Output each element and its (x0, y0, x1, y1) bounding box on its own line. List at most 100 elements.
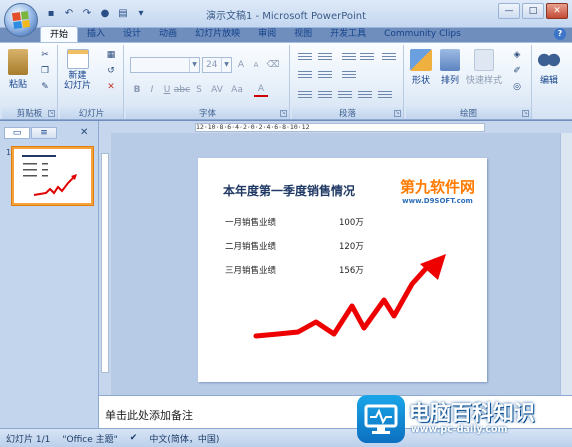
paragraph-launcher-icon[interactable]: ↘ (394, 110, 401, 117)
panel-tabs: ▭ ≡ (4, 127, 57, 139)
group-label-slides: 幻灯片 (60, 107, 123, 119)
shrink-font-icon[interactable]: A (249, 58, 263, 72)
shape-outline-icon[interactable]: ✐ (510, 65, 524, 77)
font-launcher-icon[interactable]: ↘ (280, 110, 287, 117)
clipboard-launcher-icon[interactable]: ↘ (48, 110, 55, 117)
window-controls: — □ ✕ (498, 3, 568, 19)
underline-icon[interactable]: U (160, 83, 174, 97)
horizontal-ruler-scale: 12·10·8·6·4·2·0·2·4·6·8·10·12 (195, 123, 485, 132)
shapes-label: 形状 (411, 76, 430, 86)
justify-icon[interactable] (356, 89, 374, 103)
arrange-button[interactable]: 排列 (440, 49, 460, 86)
ribbon-tabs: 开始 插入 设计 动画 幻灯片放映 审阅 视图 开发工具 Community C… (40, 26, 470, 43)
text-direction-icon[interactable] (296, 69, 314, 83)
tab-review[interactable]: 审阅 (249, 26, 285, 43)
decrease-indent-icon[interactable] (340, 51, 358, 65)
slide-thumbnail[interactable] (11, 146, 94, 206)
delete-slide-icon[interactable]: ✕ (104, 81, 118, 93)
shape-fill-icon[interactable]: ◈ (510, 49, 524, 61)
font-size-value: 24 (206, 60, 218, 70)
smartart-icon[interactable] (340, 69, 358, 83)
status-language: 中文(简体，中国) (149, 434, 220, 445)
group-font: ▼ 24 ▼ A A ⌫ B I U abc S AV Aa A 字体 ↘ (126, 45, 290, 119)
binoculars-icon (537, 49, 561, 71)
reset-icon[interactable]: ↺ (104, 65, 118, 77)
arrange-label: 排列 (440, 76, 459, 86)
paste-button[interactable]: 粘贴 (8, 49, 28, 90)
outline-tab[interactable]: ≡ (31, 127, 57, 139)
tab-view[interactable]: 视图 (285, 26, 321, 43)
group-editing: 编辑 (534, 45, 570, 119)
copy-icon[interactable]: ❐ (38, 65, 52, 77)
bold-icon[interactable]: B (130, 83, 144, 97)
tab-slideshow[interactable]: 幻灯片放映 (186, 26, 249, 43)
font-name-dropdown-icon[interactable]: ▼ (189, 58, 199, 72)
title-bar: ▪ ↶ ↷ ● ▤ ▾ 演示文稿1 - Microsoft PowerPoint… (0, 0, 572, 28)
horizontal-ruler: 12·10·8·6·4·2·0·2·4·6·8·10·12 (99, 121, 572, 133)
italic-icon[interactable]: I (145, 83, 159, 97)
vertical-ruler (99, 133, 111, 395)
line-spacing-icon[interactable] (380, 51, 398, 65)
new-slide-button[interactable]: 新建 幻灯片 (64, 49, 91, 91)
layout-icon[interactable]: ▦ (104, 49, 118, 61)
help-icon[interactable]: ? (554, 28, 566, 40)
notes-placeholder[interactable]: 单击此处添加备注 (105, 407, 193, 423)
shape-effects-icon[interactable]: ◎ (510, 81, 524, 93)
red-arrow-shape[interactable] (198, 158, 487, 382)
align-text-icon[interactable] (316, 69, 334, 83)
tab-community-clips[interactable]: Community Clips (375, 26, 470, 43)
new-slide-icon (66, 49, 89, 69)
tab-animations[interactable]: 动画 (150, 26, 186, 43)
increase-indent-icon[interactable] (358, 51, 376, 65)
grow-font-icon[interactable]: A (234, 58, 248, 72)
drawing-launcher-icon[interactable]: ↘ (522, 110, 529, 117)
font-size-dropdown-icon[interactable]: ▼ (221, 58, 231, 72)
paste-icon (8, 49, 28, 75)
cut-icon[interactable]: ✂ (38, 49, 52, 61)
tab-home[interactable]: 开始 (40, 26, 79, 43)
align-left-icon[interactable] (296, 89, 314, 103)
tab-insert[interactable]: 插入 (78, 26, 114, 43)
group-clipboard: 粘贴 ✂ ❐ ✎ 剪贴板 ↘ (2, 45, 58, 119)
shadow-icon[interactable]: S (192, 83, 206, 97)
align-right-icon[interactable] (336, 89, 354, 103)
vertical-ruler-scale (101, 153, 109, 373)
status-theme: "Office 主题" (62, 434, 118, 445)
status-slide-count: 幻灯片 1/1 (6, 434, 51, 445)
strikethrough-icon[interactable]: abc (174, 83, 190, 97)
group-label-paragraph: 段落 (292, 107, 403, 119)
align-center-icon[interactable] (316, 89, 334, 103)
format-painter-icon[interactable]: ✎ (38, 81, 52, 93)
slides-tab[interactable]: ▭ (4, 127, 30, 139)
quick-styles-label: 快速样式 (466, 76, 503, 86)
brand-url: www.pc-daily.com (411, 424, 508, 435)
vertical-scrollbar[interactable] (560, 133, 572, 395)
bullets-icon[interactable] (296, 51, 314, 65)
tab-design[interactable]: 设计 (114, 26, 150, 43)
window-title: 演示文稿1 - Microsoft PowerPoint (205, 11, 367, 22)
spellcheck-icon[interactable]: ✔ (124, 433, 144, 443)
edit-label: 编辑 (539, 76, 558, 86)
group-label-font: 字体 (126, 107, 289, 119)
columns-icon[interactable] (376, 89, 394, 103)
tab-developer[interactable]: 开发工具 (321, 26, 375, 43)
maximize-button[interactable]: □ (522, 3, 544, 19)
ribbon: 粘贴 ✂ ❐ ✎ 剪贴板 ↘ 新建 幻灯片 ▦ ↺ ✕ 幻灯片 ▼ 24 ▼ A… (0, 42, 572, 120)
office-button[interactable] (4, 3, 38, 37)
change-case-icon[interactable]: Aa (230, 83, 244, 97)
quick-styles-button[interactable]: 快速样式 (466, 49, 502, 86)
close-button[interactable]: ✕ (546, 3, 568, 19)
slide[interactable]: 本年度第一季度销售情况 一月销售业绩 100万 二月销售业绩 120万 三月销售… (198, 158, 487, 382)
shapes-button[interactable]: 形状 (410, 49, 432, 86)
font-size-combo[interactable]: 24 ▼ (202, 57, 232, 73)
char-spacing-icon[interactable]: AV (210, 83, 224, 97)
font-color-icon[interactable]: A (254, 83, 268, 97)
font-name-combo[interactable]: ▼ (130, 57, 200, 73)
numbering-icon[interactable] (316, 51, 334, 65)
office-logo-icon (11, 10, 31, 30)
clear-format-icon[interactable]: ⌫ (266, 58, 280, 72)
panel-close-icon[interactable]: ✕ (80, 127, 88, 138)
group-label-drawing: 绘图 (406, 107, 531, 119)
minimize-button[interactable]: — (498, 3, 520, 19)
edit-button[interactable]: 编辑 (537, 49, 561, 86)
